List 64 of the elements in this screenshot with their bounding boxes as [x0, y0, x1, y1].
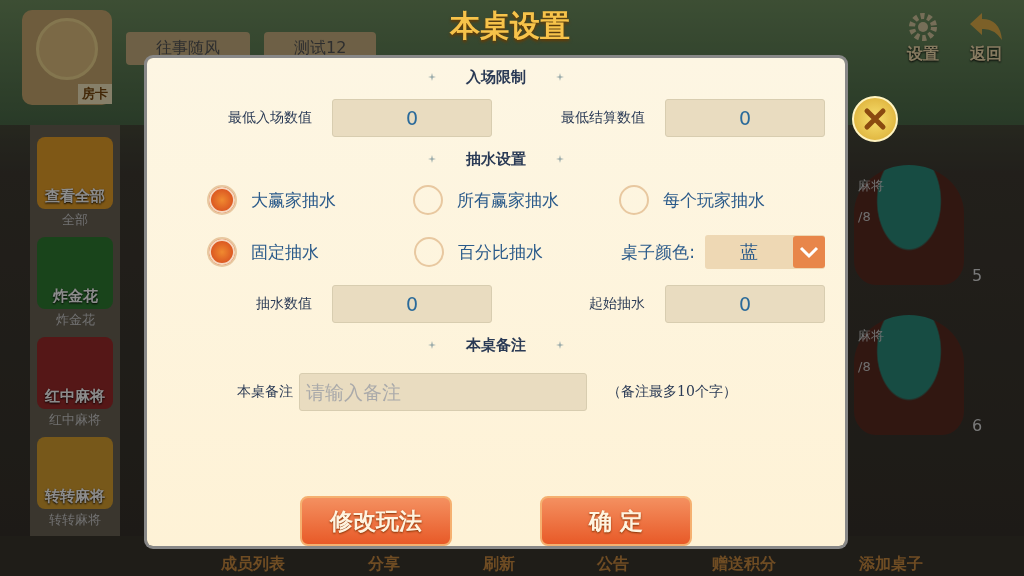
- number-field[interactable]: 0: [665, 285, 825, 323]
- radio-label: 每个玩家抽水: [663, 188, 765, 212]
- field-label: 抽水数值: [256, 295, 312, 313]
- table-number: 6: [972, 416, 983, 435]
- radio-button[interactable]: [619, 185, 649, 215]
- radio-button[interactable]: [207, 237, 237, 267]
- close-icon: [862, 106, 888, 132]
- field-label: 最低入场数值: [228, 109, 312, 127]
- star-icon: [428, 155, 436, 163]
- table-drawing[interactable]: 麻将 /8: [854, 315, 964, 435]
- number-field[interactable]: 0: [332, 285, 492, 323]
- star-icon: [556, 73, 564, 81]
- settings-button[interactable]: 设置: [900, 10, 946, 65]
- modify-rules-button[interactable]: 修改玩法: [300, 496, 452, 546]
- radio-label: 百分比抽水: [458, 240, 544, 264]
- field-label: 最低结算数值: [561, 109, 645, 127]
- field-label: 起始抽水: [589, 295, 645, 313]
- table-color-dropdown[interactable]: 蓝: [705, 235, 825, 269]
- radio-button[interactable]: [414, 237, 445, 267]
- room-card-label: 房卡: [78, 84, 112, 104]
- star-icon: [428, 73, 436, 81]
- section-heading: 本桌备注: [466, 335, 526, 355]
- confirm-button[interactable]: 确 定: [540, 496, 692, 546]
- table-seat-count: /8: [858, 359, 872, 374]
- radio-button[interactable]: [207, 185, 237, 215]
- radio-button[interactable]: [413, 185, 443, 215]
- bottom-bar-button[interactable]: 刷新: [476, 553, 521, 576]
- game-label: 红中麻将: [49, 411, 101, 429]
- table-number: 5: [972, 266, 983, 285]
- section-heading: 抽水设置: [466, 149, 526, 169]
- note-field[interactable]: 请输入备注: [299, 373, 587, 411]
- back-button[interactable]: 返回: [960, 10, 1012, 65]
- game-label: 全部: [62, 211, 88, 229]
- table-game-label: 麻将: [858, 177, 885, 195]
- number-field[interactable]: 0: [332, 99, 492, 137]
- game-label: 炸金花: [55, 311, 95, 329]
- dialog-title: 本桌设置: [448, 7, 571, 45]
- bottom-bar-button[interactable]: 成员列表: [215, 553, 292, 576]
- star-icon: [556, 155, 564, 163]
- dropdown-caret-icon: [793, 236, 825, 268]
- table-game-label: 麻将: [858, 327, 885, 345]
- star-icon: [556, 341, 564, 349]
- section-heading: 入场限制: [466, 67, 526, 87]
- bottom-bar-button[interactable]: 添加桌子: [852, 553, 929, 576]
- radio-label: 所有赢家抽水: [457, 188, 559, 212]
- radio-label: 固定抽水: [251, 240, 319, 264]
- table-drawing[interactable]: 麻将 /8: [854, 165, 964, 285]
- settings-icon: [906, 10, 940, 44]
- close-button[interactable]: [852, 96, 898, 142]
- note-hint: （备注最多10个字）: [607, 383, 737, 401]
- table-seat-count: /8: [858, 209, 872, 224]
- game-tile[interactable]: 红中麻将: [37, 337, 113, 409]
- radio-label: 大赢家抽水: [251, 188, 336, 212]
- game-tile[interactable]: 查看全部: [37, 137, 113, 209]
- game-tile[interactable]: 转转麻将: [37, 437, 113, 509]
- game-label: 转转麻将: [49, 511, 101, 529]
- number-field[interactable]: 0: [665, 99, 825, 137]
- game-tile[interactable]: 炸金花: [37, 237, 113, 309]
- bottom-bar-button[interactable]: 赠送积分: [705, 553, 782, 576]
- table-color-label: 桌子颜色:: [621, 240, 695, 264]
- bottom-bar-button[interactable]: 公告: [591, 553, 636, 576]
- bottom-bar-button[interactable]: 分享: [362, 553, 406, 576]
- star-icon: [428, 341, 436, 349]
- field-label: 本桌备注: [237, 383, 293, 401]
